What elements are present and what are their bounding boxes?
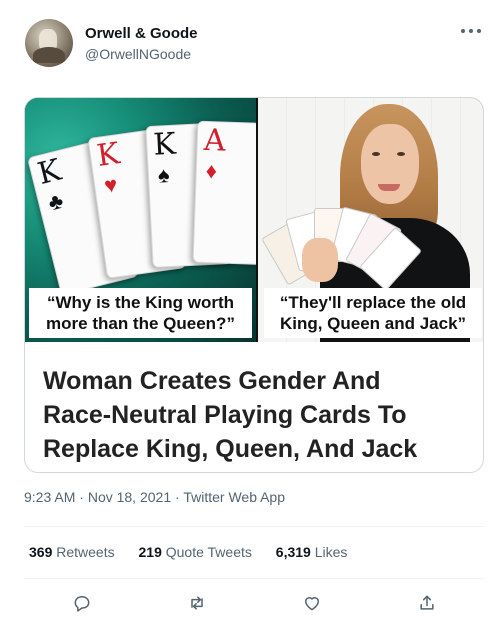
link-card[interactable]: K ♣ K ♥ K ♠ A ♦ “Why is the King worth m… [24,97,484,473]
left-caption: “Why is the King worth more than the Que… [29,288,252,338]
retweet-icon[interactable] [182,588,212,618]
tweet-time[interactable]: 9:23 AM [24,489,75,505]
like-icon[interactable] [297,588,327,618]
reply-icon[interactable] [67,588,97,618]
tweet-date[interactable]: Nov 18, 2021 [88,489,171,505]
display-name[interactable]: Orwell & Goode [85,25,198,42]
tweet-meta: 9:23 AM · Nov 18, 2021 · Twitter Web App [24,489,286,505]
avatar[interactable] [25,19,73,67]
card-image: K ♣ K ♥ K ♠ A ♦ “Why is the King worth m… [25,98,483,342]
handle[interactable]: @OrwellNGoode [85,46,191,62]
likes-stat[interactable]: 6,319 Likes [276,544,348,560]
tweet-source: Twitter Web App [183,489,286,505]
card-headline: Woman Creates Gender And Race-Neutral Pl… [43,367,418,463]
woman-photo: “They'll replace the old King, Queen and… [258,98,483,342]
right-caption: “They'll replace the old King, Queen and… [264,288,482,338]
divider [24,578,484,579]
more-options-icon[interactable] [461,24,481,38]
engagement-stats: 369 Retweets 219 Quote Tweets 6,319 Like… [29,544,367,560]
quote-tweets-stat[interactable]: 219 Quote Tweets [139,544,252,560]
card-fan-image [261,202,423,292]
action-bar [0,588,499,618]
playing-cards-image: K ♣ K ♥ K ♠ A ♦ “Why is the King worth m… [25,98,256,342]
retweets-stat[interactable]: 369 Retweets [29,544,115,560]
tweet: Orwell & Goode @OrwellNGoode K ♣ K ♥ K ♠ [0,0,499,626]
divider [24,526,484,527]
playing-card: A ♦ [192,120,256,266]
share-icon[interactable] [412,588,442,618]
